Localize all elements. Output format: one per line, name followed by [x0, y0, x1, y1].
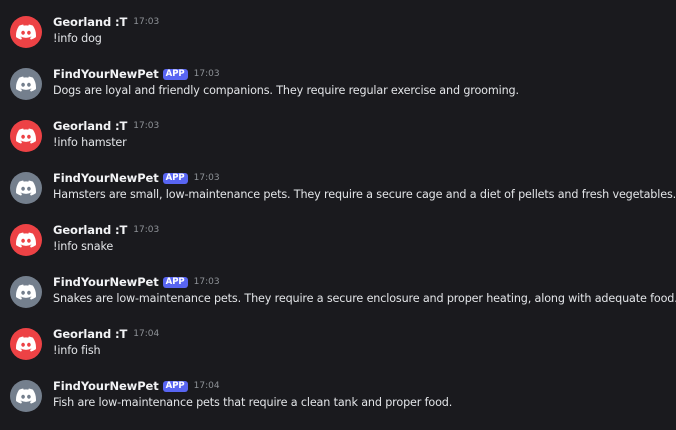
message-list: Georland :T 17:03 !info dog FindYourNewP…	[0, 0, 676, 419]
username[interactable]: Georland :T	[53, 223, 127, 237]
timestamp: 17:03	[133, 121, 160, 131]
avatar[interactable]	[10, 328, 42, 360]
discord-logo-icon	[16, 24, 36, 40]
avatar[interactable]	[10, 16, 42, 48]
timestamp: 17:04	[193, 381, 220, 391]
message-item: Georland :T 17:04 !info fish	[0, 326, 676, 378]
discord-logo-icon	[16, 284, 36, 300]
message-text: !info hamster	[53, 136, 127, 149]
timestamp: 17:03	[133, 17, 160, 27]
message-text: Snakes are low-maintenance pets. They re…	[53, 292, 676, 305]
timestamp: 17:03	[193, 173, 220, 183]
message-item: Georland :T 17:03 !info dog	[0, 14, 676, 66]
message-item: FindYourNewPet APP 17:03 Snakes are low-…	[0, 274, 676, 326]
username[interactable]: Georland :T	[53, 119, 127, 133]
avatar[interactable]	[10, 172, 42, 204]
username[interactable]: FindYourNewPet	[53, 67, 159, 81]
message-header: FindYourNewPet APP 17:03	[53, 170, 220, 186]
username[interactable]: FindYourNewPet	[53, 171, 159, 185]
timestamp: 17:03	[193, 277, 220, 287]
message-item: FindYourNewPet APP 17:03 Dogs are loyal …	[0, 66, 676, 118]
app-badge: APP	[162, 380, 188, 392]
username[interactable]: Georland :T	[53, 15, 127, 29]
message-text: Dogs are loyal and friendly companions. …	[53, 84, 519, 97]
discord-logo-icon	[16, 232, 36, 248]
app-badge: APP	[162, 172, 188, 184]
message-header: Georland :T 17:03	[53, 118, 159, 134]
message-text: !info fish	[53, 344, 101, 357]
message-header: FindYourNewPet APP 17:04	[53, 378, 220, 394]
username[interactable]: FindYourNewPet	[53, 275, 159, 289]
username[interactable]: Georland :T	[53, 327, 127, 341]
avatar[interactable]	[10, 380, 42, 412]
avatar[interactable]	[10, 224, 42, 256]
message-text: !info snake	[53, 240, 114, 253]
message-text: Fish are low-maintenance pets that requi…	[53, 396, 453, 409]
username[interactable]: FindYourNewPet	[53, 379, 159, 393]
message-header: FindYourNewPet APP 17:03	[53, 66, 220, 82]
message-item: Georland :T 17:03 !info hamster	[0, 118, 676, 170]
message-item: FindYourNewPet APP 17:03 Hamsters are sm…	[0, 170, 676, 222]
timestamp: 17:03	[133, 225, 160, 235]
message-item: FindYourNewPet APP 17:04 Fish are low-ma…	[0, 378, 676, 430]
discord-logo-icon	[16, 180, 36, 196]
avatar[interactable]	[10, 120, 42, 152]
timestamp: 17:03	[193, 69, 220, 79]
discord-logo-icon	[16, 336, 36, 352]
discord-logo-icon	[16, 388, 36, 404]
timestamp: 17:04	[133, 329, 160, 339]
message-header: FindYourNewPet APP 17:03	[53, 274, 220, 290]
avatar[interactable]	[10, 68, 42, 100]
avatar[interactable]	[10, 276, 42, 308]
discord-logo-icon	[16, 128, 36, 144]
message-text: !info dog	[53, 32, 102, 45]
message-header: Georland :T 17:03	[53, 14, 159, 30]
message-item: Georland :T 17:03 !info snake	[0, 222, 676, 274]
app-badge: APP	[162, 276, 188, 288]
discord-logo-icon	[16, 76, 36, 92]
message-text: Hamsters are small, low-maintenance pets…	[53, 188, 676, 201]
message-header: Georland :T 17:03	[53, 222, 159, 238]
app-badge: APP	[162, 68, 188, 80]
message-header: Georland :T 17:04	[53, 326, 159, 342]
